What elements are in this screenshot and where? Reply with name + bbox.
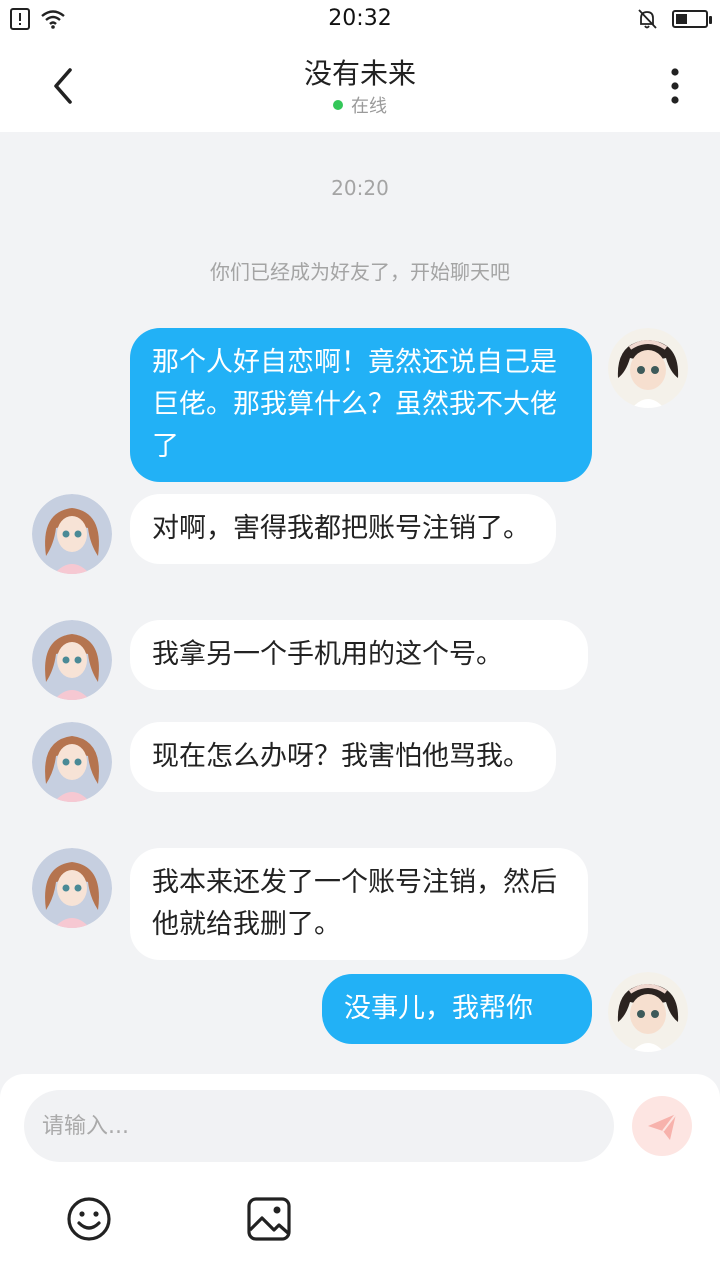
message-list[interactable]: 20:20 你们已经成为好友了，开始聊天吧 那个人好自恋啊！竟然还说自己是巨佬。… bbox=[0, 132, 720, 1072]
message-bubble-received[interactable]: 我本来还发了一个账号注销，然后他就给我删了。 bbox=[130, 848, 588, 960]
more-vertical-icon[interactable] bbox=[660, 66, 690, 106]
status-time: 20:32 bbox=[328, 6, 392, 31]
status-bar: 20:32 bbox=[0, 0, 720, 40]
message-bubble-received[interactable]: 对啊，害得我都把账号注销了。 bbox=[130, 494, 556, 564]
mute-icon bbox=[638, 9, 657, 29]
message-bubble-sent[interactable]: 没事儿，我帮你 bbox=[322, 974, 592, 1044]
chat-header: 没有未来 在线 bbox=[0, 40, 720, 132]
status-right-icons bbox=[636, 8, 712, 30]
send-icon bbox=[648, 1113, 677, 1140]
input-bar bbox=[0, 1074, 720, 1280]
my-avatar[interactable] bbox=[608, 972, 688, 1052]
image-icon[interactable] bbox=[246, 1196, 292, 1242]
message-bubble-received[interactable]: 现在怎么办呀？我害怕他骂我。 bbox=[130, 722, 556, 792]
online-status: 在线 bbox=[0, 92, 720, 118]
send-button[interactable] bbox=[632, 1096, 692, 1156]
time-label: 20:20 bbox=[331, 176, 389, 200]
online-dot-icon bbox=[333, 100, 343, 110]
contact-avatar[interactable] bbox=[32, 848, 112, 928]
contact-avatar[interactable] bbox=[32, 722, 112, 802]
battery-icon bbox=[672, 10, 712, 28]
contact-name: 没有未来 bbox=[303, 57, 416, 90]
message-input[interactable] bbox=[24, 1090, 614, 1162]
message-bubble-sent[interactable]: 那个人好自恋啊！竟然还说自己是巨佬。那我算什么？虽然我不大佬了 bbox=[130, 328, 592, 482]
contact-avatar[interactable] bbox=[32, 620, 112, 700]
contact-avatar[interactable] bbox=[32, 494, 112, 574]
my-avatar[interactable] bbox=[608, 328, 688, 408]
message-bubble-received[interactable]: 我拿另一个手机用的这个号。 bbox=[130, 620, 588, 690]
emoji-icon[interactable] bbox=[66, 1196, 112, 1242]
online-status-text: 在线 bbox=[351, 96, 387, 117]
system-message: 你们已经成为好友了，开始聊天吧 bbox=[210, 260, 510, 284]
